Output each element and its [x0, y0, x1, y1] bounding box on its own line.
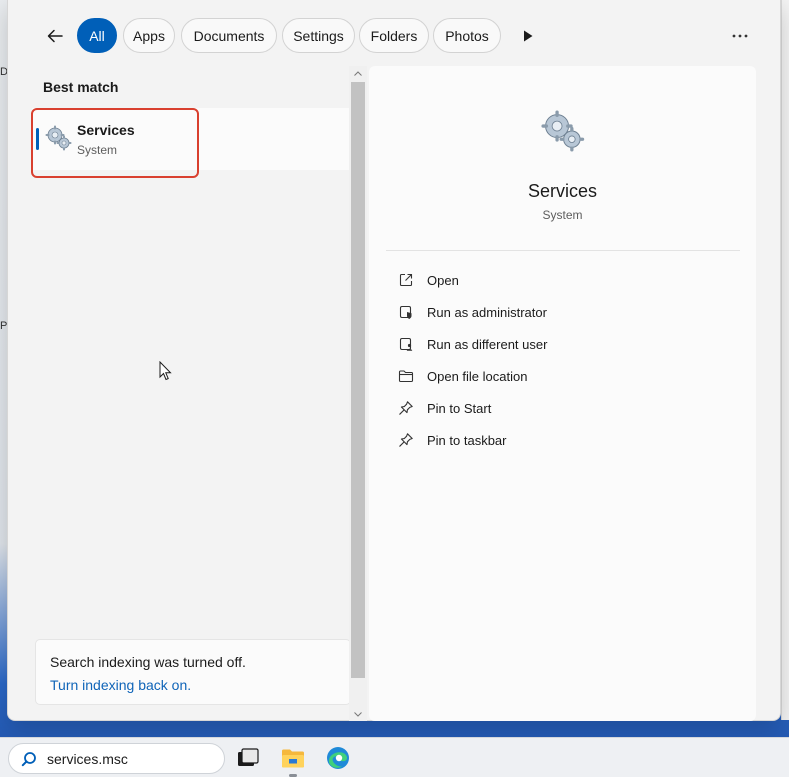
best-match-result[interactable]: Services System: [32, 108, 351, 170]
action-open-file-location[interactable]: Open file location: [386, 360, 740, 392]
folder-icon: [398, 370, 414, 383]
search-input[interactable]: [47, 749, 217, 769]
action-label: Open file location: [427, 369, 528, 384]
preview-title: Services: [527, 181, 598, 201]
play-arrow-icon: [524, 30, 533, 42]
back-arrow-icon: [47, 29, 63, 43]
filter-chip-apps[interactable]: Apps: [123, 18, 175, 53]
options-button[interactable]: [726, 23, 754, 49]
search-flyout: All Apps Documents Settings Folders Phot…: [7, 0, 781, 721]
scroll-down-button[interactable]: [349, 707, 367, 721]
results-scrollbar[interactable]: [349, 66, 367, 721]
result-subtitle: System: [77, 143, 118, 157]
task-view-icon[interactable]: [235, 745, 261, 771]
more-filters-button[interactable]: [517, 25, 539, 47]
preview-subtitle: System: [542, 208, 583, 222]
file-explorer-icon[interactable]: [280, 745, 306, 771]
pin-icon: [399, 433, 413, 447]
shield-run-icon: [399, 305, 412, 319]
action-open[interactable]: Open: [386, 264, 740, 296]
preview-divider: [386, 250, 740, 251]
ellipsis-icon: [732, 34, 748, 38]
pin-icon: [399, 401, 413, 415]
scroll-up-button[interactable]: [349, 66, 367, 80]
taskbar-search-box[interactable]: [8, 743, 225, 774]
selection-indicator: [36, 128, 39, 150]
search-icon: [21, 752, 36, 767]
chevron-up-icon: [354, 70, 362, 76]
turn-indexing-on-link[interactable]: Turn indexing back on.: [50, 677, 191, 693]
action-run-as-different-user[interactable]: Run as different user: [386, 328, 740, 360]
results-pane: Best match Services System Search indexi…: [8, 66, 351, 718]
action-list: Open Run as administrator Run as differe…: [386, 264, 740, 456]
action-label: Open: [427, 273, 459, 288]
preview-pane: Services System Open Run as administrato…: [369, 66, 756, 721]
action-label: Pin to Start: [427, 401, 492, 416]
user-run-icon: [399, 337, 413, 351]
action-label: Run as administrator: [427, 305, 547, 320]
services-gear-icon: [45, 125, 72, 151]
filter-chip-all[interactable]: All: [77, 18, 117, 53]
filter-chip-folders[interactable]: Folders: [359, 18, 429, 53]
action-run-as-administrator[interactable]: Run as administrator: [386, 296, 740, 328]
filter-bar: All Apps Documents Settings Folders Phot…: [8, 18, 780, 54]
result-title: Services: [77, 122, 135, 138]
action-label: Pin to taskbar: [427, 433, 507, 448]
action-label: Run as different user: [427, 337, 548, 352]
action-pin-to-taskbar[interactable]: Pin to taskbar: [386, 424, 740, 456]
edge-browser-icon[interactable]: [325, 745, 351, 771]
scroll-thumb[interactable]: [351, 82, 365, 678]
open-external-icon: [399, 273, 413, 287]
filter-chip-photos[interactable]: Photos: [433, 18, 501, 53]
back-button[interactable]: [40, 21, 70, 51]
chevron-down-icon: [354, 711, 362, 717]
indexing-notice: Search indexing was turned off. Turn ind…: [35, 639, 351, 705]
services-gear-icon: [541, 110, 585, 152]
indexing-message: Search indexing was turned off.: [50, 654, 246, 670]
filter-chip-settings[interactable]: Settings: [282, 18, 355, 53]
taskbar: [0, 737, 789, 777]
action-pin-to-start[interactable]: Pin to Start: [386, 392, 740, 424]
background-window-edge: [781, 0, 789, 720]
filter-chip-documents[interactable]: Documents: [181, 18, 277, 53]
best-match-label: Best match: [43, 79, 119, 95]
